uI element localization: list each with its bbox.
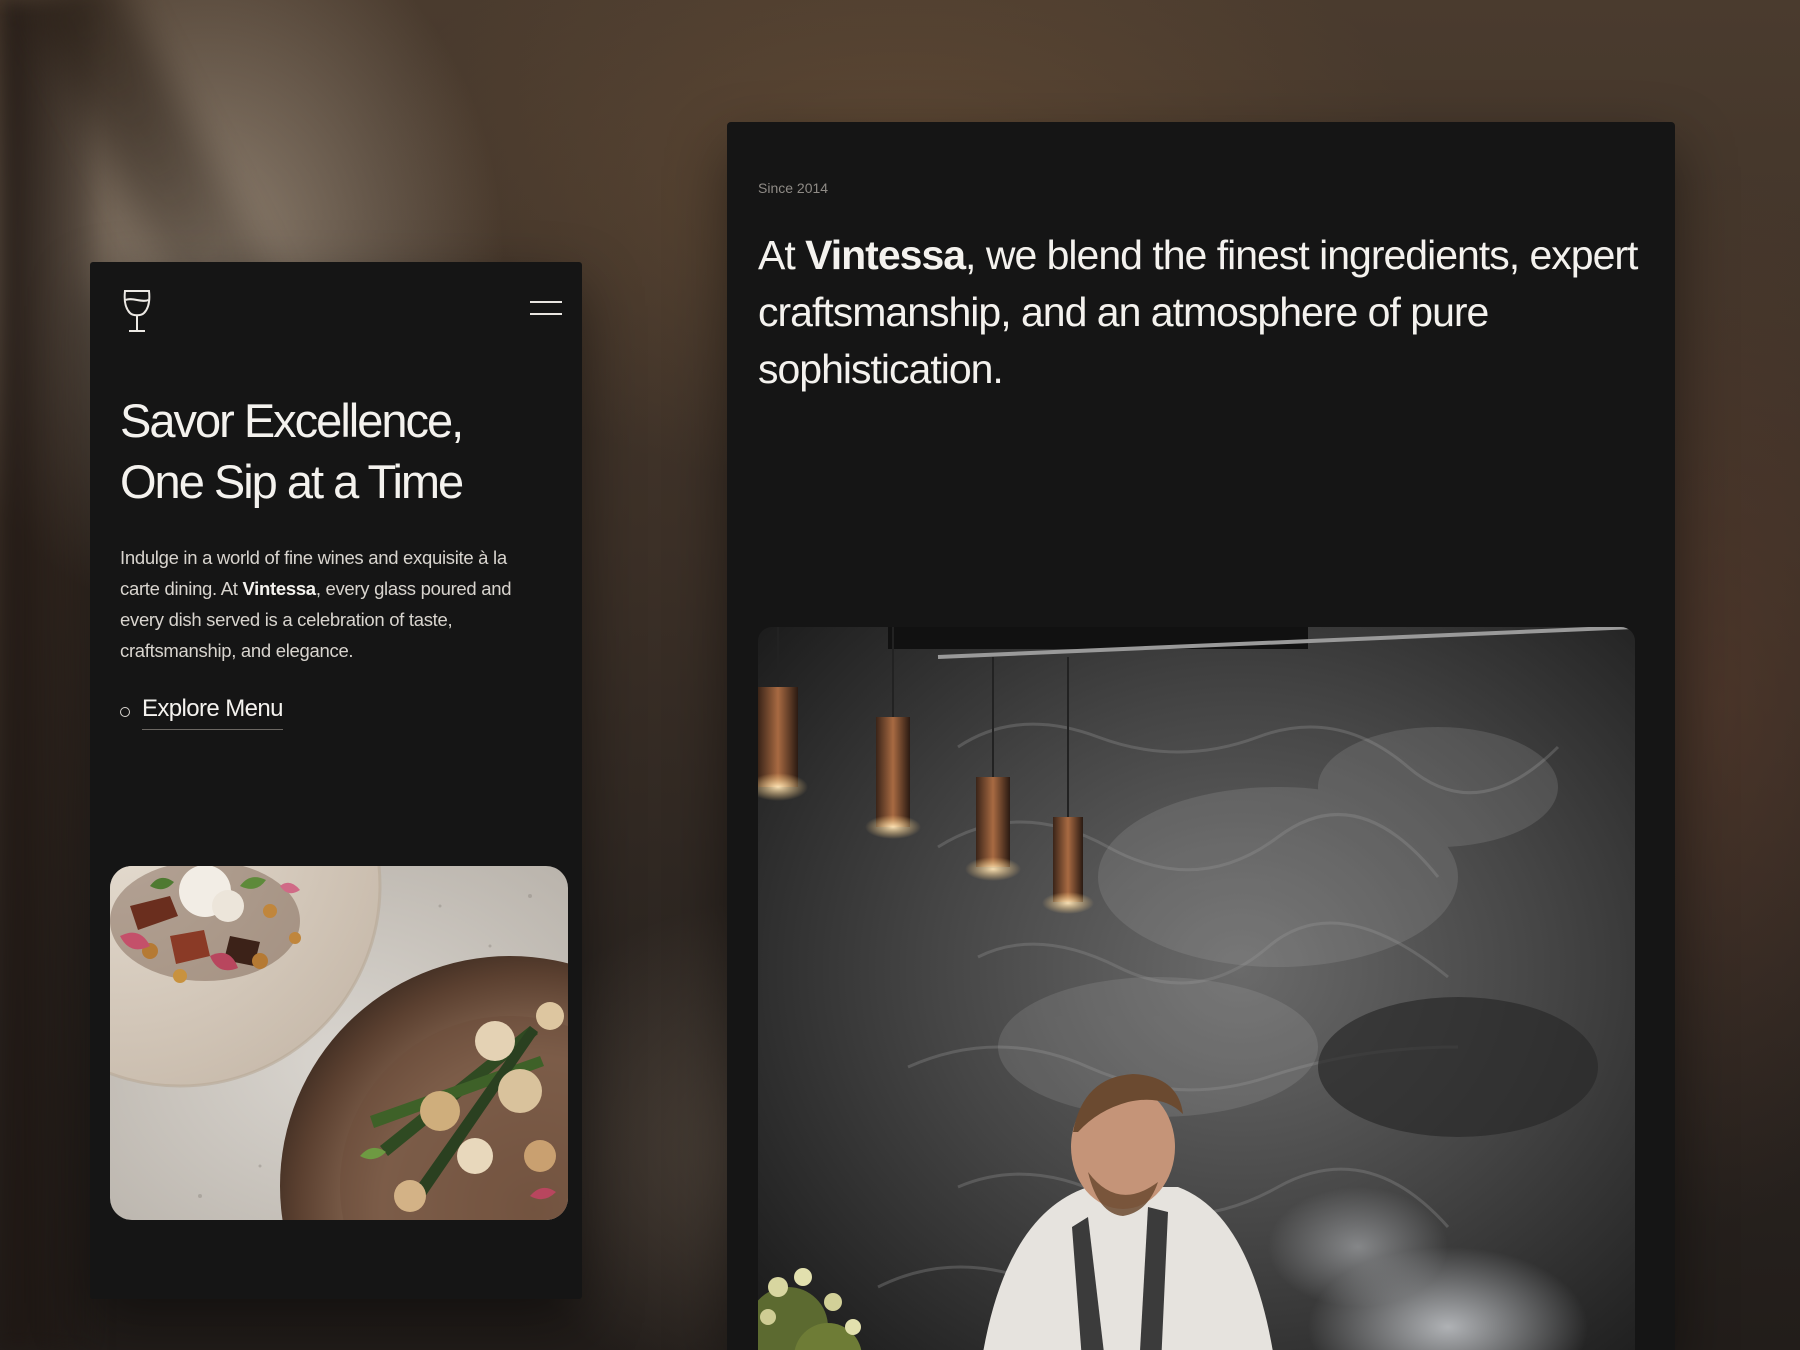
hamburger-menu-icon[interactable] [530, 298, 562, 318]
explore-menu-link[interactable]: Explore Menu [120, 692, 283, 732]
hero-description: Indulge in a world of fine wines and exq… [120, 547, 512, 661]
since-label: Since 2014 [758, 180, 829, 196]
circle-bullet-icon [120, 707, 130, 717]
desktop-screen: Since 2014 At Vintessa, we blend the fin… [727, 122, 1675, 1350]
food-plates-photo [110, 866, 568, 1220]
brand-name: Vintessa [242, 578, 316, 599]
mobile-screen: Savor Excellence, One Sip at a Time Indu… [90, 262, 582, 1299]
hero-title-line-1: Savor Excellence, [120, 394, 464, 447]
brand-name: Vintessa [805, 232, 966, 278]
hero-title-line-2: One Sip at a Time [120, 455, 464, 508]
wine-glass-icon[interactable] [120, 288, 154, 334]
chef-kitchen-photo [758, 627, 1635, 1350]
hero-title: Savor Excellence, One Sip at a Time [120, 390, 560, 512]
explore-menu-label: Explore Menu [142, 695, 283, 730]
brand-statement: At Vintessa, we blend the finest ingredi… [758, 232, 1638, 392]
